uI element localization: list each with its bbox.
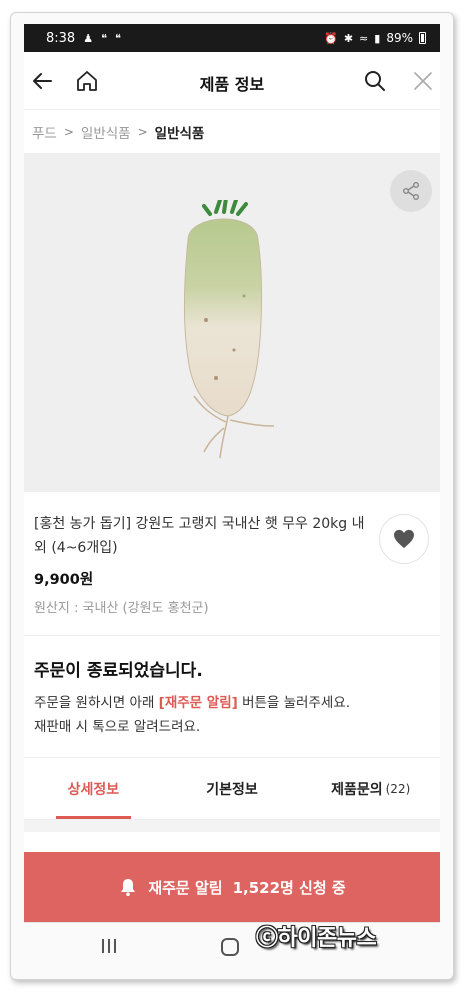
status-left: 8:38 ♟ ❝ ❝ (46, 31, 121, 46)
tab-label: 상세정보 (67, 781, 120, 798)
heart-icon (394, 529, 414, 549)
notice-text-before: 주문을 원하시면 아래 (34, 695, 159, 711)
notice-highlight: [재주문 알림] (158, 695, 238, 711)
inquiry-count: (22) (385, 781, 411, 796)
restock-label: 재주문 알림 (148, 878, 223, 897)
product-origin: 원산지 : 국내산 (강원도 홍천군) (34, 601, 209, 616)
android-navigation-bar (24, 922, 440, 972)
bluetooth-icon: ✱ (343, 31, 354, 45)
phone-screen: 8:38 ♟ ❝ ❝ ⏰ ✱ ≈ ▮ 89% 제품 정보 푸드 > 일반식품 >… (24, 24, 440, 972)
tab-basic-info[interactable]: 기본정보 (163, 758, 302, 819)
product-image (24, 154, 440, 492)
wishlist-button[interactable] (379, 514, 429, 564)
person-icon: ♟ (83, 31, 94, 45)
recent-apps-icon[interactable] (100, 937, 118, 955)
notification-icon: ❝ (101, 31, 107, 45)
share-icon (403, 182, 419, 200)
product-name: [홍천 농가 돕기] 강원도 고랭지 국내산 햇 무우 20kg 내외 (4~6… (34, 516, 365, 556)
status-time: 8:38 (46, 30, 76, 46)
alarm-icon: ⏰ (324, 31, 338, 45)
battery-percent: 89% (386, 31, 413, 45)
tab-product-inquiry[interactable]: 제품문의 (22) (301, 758, 440, 819)
restock-alert-button[interactable]: 재주문 알림 1,522명 신청 중 (24, 852, 440, 922)
close-button[interactable] (408, 66, 438, 96)
status-bar: 8:38 ♟ ❝ ❝ ⏰ ✱ ≈ ▮ 89% (24, 24, 440, 52)
product-info: [홍천 농가 돕기] 강원도 고랭지 국내산 햇 무우 20kg 내외 (4~6… (24, 492, 440, 636)
product-price: 9,900원 (34, 572, 94, 588)
notice-line2: 재판매 시 톡으로 알려드려요. (34, 719, 201, 735)
notice-text: 주문을 원하시면 아래 [재주문 알림] 버튼을 눌러주세요. 재판매 시 톡으… (34, 691, 440, 739)
breadcrumb-current[interactable]: 일반식품 (155, 122, 205, 142)
home-nav-icon[interactable] (221, 938, 239, 956)
breadcrumb: 푸드 > 일반식품 > 일반식품 (24, 110, 440, 154)
wifi-icon: ≈ (359, 31, 369, 45)
top-navigation: 제품 정보 (24, 52, 440, 110)
status-right: ⏰ ✱ ≈ ▮ 89% (324, 31, 426, 45)
search-icon (365, 71, 385, 91)
notice-text-after: 버튼을 눌러주세요. (237, 695, 351, 711)
signal-icon: ▮ (374, 31, 381, 45)
tab-label: 기본정보 (206, 781, 258, 798)
section-divider (24, 820, 440, 832)
chevron-right-icon: > (63, 124, 74, 139)
notification-icon: ❝ (115, 31, 121, 45)
tab-detail-info[interactable]: 상세정보 (24, 758, 163, 819)
notice-title: 주문이 종료되었습니다. (34, 661, 203, 681)
share-button[interactable] (390, 170, 432, 212)
search-button[interactable] (360, 66, 390, 96)
chevron-right-icon: > (137, 124, 148, 139)
breadcrumb-item[interactable]: 푸드 (32, 122, 57, 142)
tab-label: 제품문의 (331, 781, 383, 798)
watermark: ⓒ하이존뉴스 (256, 926, 377, 951)
order-ended-notice: 주문이 종료되었습니다. 주문을 원하시면 아래 [재주문 알림] 버튼을 눌러… (24, 636, 440, 758)
close-icon (414, 72, 432, 90)
restock-count: 1,522명 신청 중 (232, 878, 346, 897)
battery-icon (419, 32, 426, 44)
radish-photo (184, 200, 275, 459)
detail-tabs: 상세정보 기본정보 제품문의 (22) (24, 758, 440, 820)
breadcrumb-item[interactable]: 일반식품 (81, 122, 131, 142)
bell-icon (121, 879, 136, 896)
